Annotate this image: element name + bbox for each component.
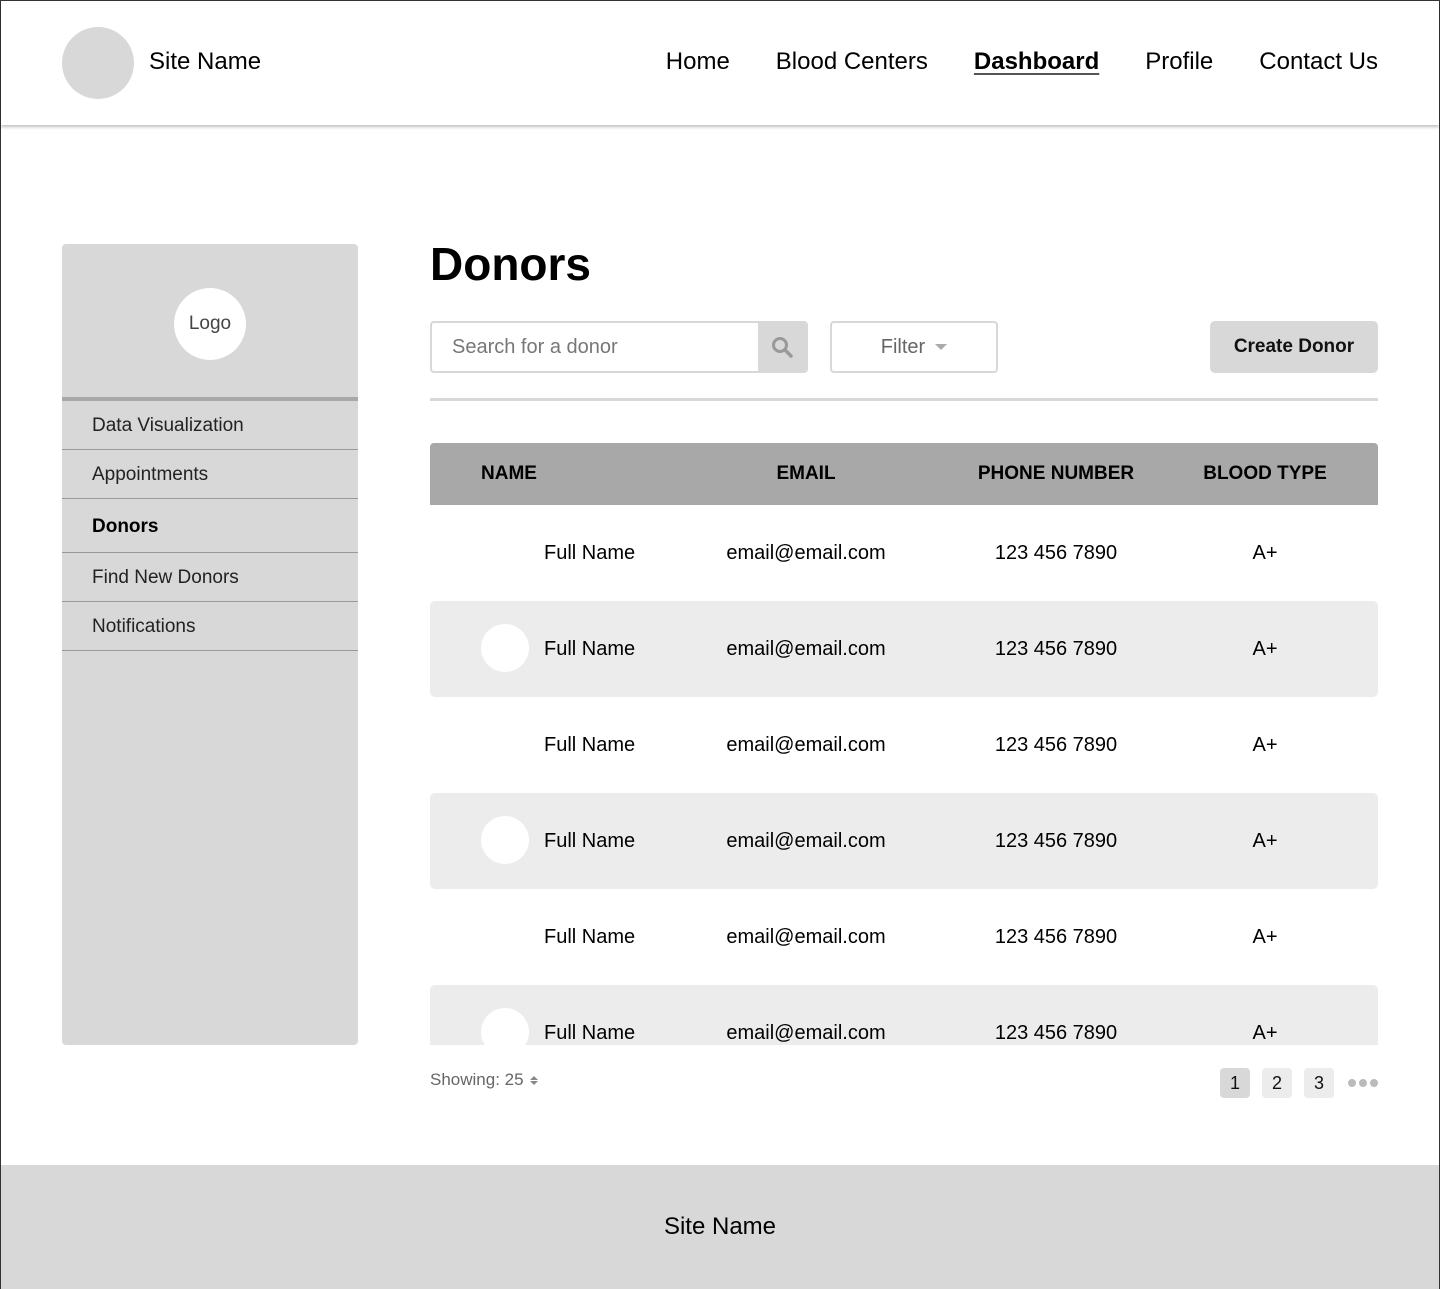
sidebar-item-notifications[interactable]: Notifications xyxy=(62,602,358,651)
donor-name: Full Name xyxy=(544,734,636,756)
table-header: NAME EMAIL PHONE NUMBER BLOOD TYPE xyxy=(430,443,1378,505)
toolbar-divider xyxy=(430,398,1378,401)
page-button-1[interactable]: 1 xyxy=(1220,1068,1250,1098)
donor-phone: 123 456 7890 xyxy=(994,638,1118,660)
page-button-3[interactable]: 3 xyxy=(1304,1068,1334,1098)
caret-down-icon xyxy=(935,344,948,350)
nav-profile[interactable]: Profile xyxy=(1145,47,1213,77)
page-button-2[interactable]: 2 xyxy=(1262,1068,1292,1098)
sidebar-item-data-visualization[interactable]: Data Visualization xyxy=(62,401,358,450)
donor-phone: 123 456 7890 xyxy=(994,830,1118,852)
donor-email: email@email.com xyxy=(726,926,886,948)
rows-per-page-select[interactable]: Showing: 25 xyxy=(430,1069,538,1091)
page-title: Donors xyxy=(430,238,591,290)
sidebar-item-donors[interactable]: Donors xyxy=(62,499,358,553)
site-footer: Site Name xyxy=(1,1165,1439,1289)
donor-name: Full Name xyxy=(544,1022,636,1044)
donor-phone: 123 456 7890 xyxy=(994,926,1118,948)
table-row[interactable]: Full Name email@email.com 123 456 7890 A… xyxy=(430,793,1378,889)
donor-avatar xyxy=(481,1008,529,1045)
donors-table: NAME EMAIL PHONE NUMBER BLOOD TYPE Full … xyxy=(430,443,1378,1045)
donor-name: Full Name xyxy=(544,830,636,852)
column-header-phone[interactable]: PHONE NUMBER xyxy=(970,443,1142,505)
sort-arrows-icon xyxy=(529,1075,538,1085)
site-header: Site Name Home Blood Centers Dashboard P… xyxy=(1,1,1439,125)
donor-name: Full Name xyxy=(544,638,636,660)
sidebar-logo: Logo xyxy=(174,288,246,360)
donor-avatar xyxy=(481,528,529,576)
nav-dashboard[interactable]: Dashboard xyxy=(974,47,1099,77)
donor-avatar xyxy=(481,912,529,960)
search-button[interactable] xyxy=(758,323,806,371)
table-row[interactable]: Full Name email@email.com 123 456 7890 A… xyxy=(430,697,1378,793)
donor-avatar xyxy=(481,816,529,864)
donor-email: email@email.com xyxy=(726,1022,886,1044)
donor-blood-type: A+ xyxy=(1252,926,1278,948)
donor-email: email@email.com xyxy=(726,542,886,564)
donor-blood-type: A+ xyxy=(1252,830,1278,852)
donor-phone: 123 456 7890 xyxy=(994,734,1118,756)
sidebar-menu: Data Visualization Appointments Donors F… xyxy=(62,401,358,651)
column-header-email[interactable]: EMAIL xyxy=(715,443,897,505)
donor-email: email@email.com xyxy=(726,638,886,660)
filter-dropdown[interactable]: Filter xyxy=(830,321,998,373)
donor-blood-type: A+ xyxy=(1252,734,1278,756)
donor-name: Full Name xyxy=(544,542,636,564)
site-name[interactable]: Site Name xyxy=(149,47,261,77)
search-box xyxy=(430,321,808,373)
donor-email: email@email.com xyxy=(726,830,886,852)
search-input[interactable] xyxy=(432,323,758,371)
nav-home[interactable]: Home xyxy=(666,47,730,77)
donor-phone: 123 456 7890 xyxy=(994,1022,1118,1044)
nav-blood-centers[interactable]: Blood Centers xyxy=(776,47,928,77)
more-pages-icon[interactable] xyxy=(1348,1079,1378,1087)
sidebar-item-find-new-donors[interactable]: Find New Donors xyxy=(62,553,358,602)
search-icon xyxy=(772,337,793,358)
donor-blood-type: A+ xyxy=(1252,638,1278,660)
pagination: 1 2 3 xyxy=(1220,1068,1378,1098)
filter-label: Filter xyxy=(880,335,926,358)
table-row[interactable]: Full Name email@email.com 123 456 7890 A… xyxy=(430,985,1378,1045)
table-row[interactable]: Full Name email@email.com 123 456 7890 A… xyxy=(430,889,1378,985)
table-row[interactable]: Full Name email@email.com 123 456 7890 A… xyxy=(430,601,1378,697)
footer-site-name: Site Name xyxy=(663,1213,777,1240)
site-logo-avatar[interactable] xyxy=(62,27,134,99)
showing-label: Showing: 25 xyxy=(430,1070,524,1089)
column-header-name[interactable]: NAME xyxy=(481,443,537,505)
donor-name: Full Name xyxy=(544,926,636,948)
donor-avatar xyxy=(481,624,529,672)
create-donor-button[interactable]: Create Donor xyxy=(1210,321,1378,373)
sidebar: Logo Data Visualization Appointments Don… xyxy=(62,244,358,1045)
donor-blood-type: A+ xyxy=(1252,1022,1278,1044)
donor-email: email@email.com xyxy=(726,734,886,756)
table-row[interactable]: Full Name email@email.com 123 456 7890 A… xyxy=(430,505,1378,601)
sidebar-item-appointments[interactable]: Appointments xyxy=(62,450,358,499)
main-nav: Home Blood Centers Dashboard Profile Con… xyxy=(620,47,1378,77)
nav-contact-us[interactable]: Contact Us xyxy=(1259,47,1378,77)
donor-phone: 123 456 7890 xyxy=(994,542,1118,564)
column-header-blood-type[interactable]: BLOOD TYPE xyxy=(1200,443,1330,505)
donor-avatar xyxy=(481,720,529,768)
donor-blood-type: A+ xyxy=(1252,542,1278,564)
